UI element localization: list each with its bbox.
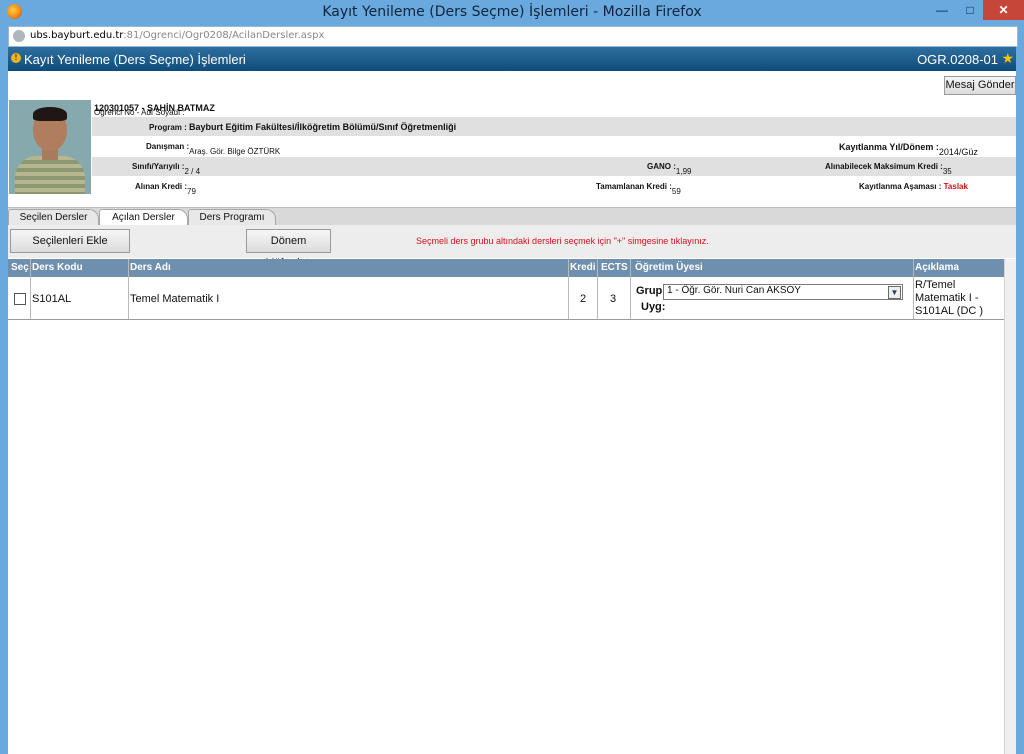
completed-credit-value: 59 [671, 187, 681, 196]
page-header: ! Kayıt Yenileme (Ders Seçme) İşlemleri … [8, 47, 1016, 71]
student-photo [9, 100, 91, 194]
instructor-select-value: 1 - Öğr. Gör. Nuri Can AKSOY [667, 285, 801, 296]
send-message-button[interactable]: Mesaj Gönder [944, 76, 1016, 95]
course-credit: 2 [580, 293, 587, 305]
term-curriculum-button[interactable]: Dönem Müfredatı [246, 229, 331, 269]
maximize-button[interactable]: □ [957, 0, 983, 20]
advisor-row: Danışman : Araş. Gör. Bilge ÖZTÜRK Kayıt… [146, 142, 978, 157]
group-label: Grup: [636, 285, 666, 297]
max-credit-value: 35 [942, 167, 952, 176]
program-row: Program : Bayburt Eğitim Fakültesi/İlköğ… [92, 117, 1016, 136]
course-name: Temel Matematik I [130, 293, 220, 305]
description-line-3: S101AL (DC ) [915, 305, 984, 317]
url-text[interactable]: ubs.bayburt.edu.tr:81/Ogrenci/Ogr0208/Ac… [30, 30, 324, 41]
col-ders-adi: Ders Adı [130, 262, 171, 273]
minimize-button[interactable]: — [927, 0, 957, 20]
class-value: 2 / 4 [184, 167, 201, 176]
col-ects: ECTS [601, 262, 628, 273]
advisor-value: Araş. Gör. Bilge ÖZTÜRK [189, 147, 281, 156]
page-code: OGR.0208-01 [917, 52, 998, 67]
address-bar[interactable]: ubs.bayburt.edu.tr:81/Ogrenci/Ogr0208/Ac… [8, 26, 1018, 47]
window-title: Kayıt Yenileme (Ders Seçme) İşlemleri - … [322, 4, 702, 20]
credit-row: Alınan Kredi : 79 Tamamlanan Kredi : 59 … [135, 182, 968, 196]
gano-value: 1,99 [675, 167, 692, 176]
scrollbar[interactable] [1004, 259, 1016, 754]
col-kredi: Kredi [570, 262, 596, 273]
class-row: Sınıfı/Yarıyılı : 2 / 4 GANO : 1,99 Alın… [92, 157, 1016, 176]
course-ects: 3 [610, 293, 617, 305]
practice-label: Uyg: [641, 301, 666, 313]
hint-text: Seçmeli ders grubu altındaki dersleri se… [416, 236, 709, 246]
course-code: S101AL [32, 293, 72, 305]
col-aciklama: Açıklama [915, 262, 959, 273]
table-header: Seç Ders Kodu Ders Adı Kredi ECTS Öğreti… [8, 259, 1004, 277]
close-button[interactable]: ✕ [983, 0, 1024, 20]
instructor-select[interactable]: 1 - Öğr. Gör. Nuri Can AKSOY ▼ [663, 284, 903, 300]
info-icon: ! [11, 53, 21, 63]
star-icon[interactable]: ★ [1001, 50, 1014, 67]
globe-icon [13, 30, 25, 42]
page-content: ! Kayıt Yenileme (Ders Seçme) İşlemleri … [8, 47, 1016, 754]
chevron-down-icon[interactable]: ▼ [888, 286, 901, 299]
page-title: Kayıt Yenileme (Ders Seçme) İşlemleri [24, 52, 246, 67]
student-no-row: Öğrenci No - Adı Soyadı :120301057 - ŞAH… [94, 103, 215, 117]
col-sec: Seç [11, 262, 29, 273]
row-select-checkbox[interactable] [14, 293, 26, 305]
description-line-1: R/Temel [915, 279, 956, 291]
program-value: Bayburt Eğitim Fakültesi/İlköğretim Bölü… [189, 122, 457, 132]
status-badge: Taslak [943, 182, 968, 191]
tab-ders-programi[interactable]: Ders Programı [188, 209, 276, 226]
description-line-2: Matematik I - [915, 292, 979, 304]
term-value: 2014/Güz [938, 147, 978, 157]
window-titlebar: Kayıt Yenileme (Ders Seçme) İşlemleri - … [0, 0, 1024, 24]
col-ogretim-uyesi: Öğretim Üyesi [635, 262, 703, 273]
taken-credit-value: 79 [187, 187, 196, 196]
col-ders-kodu: Ders Kodu [32, 262, 83, 273]
add-selected-button[interactable]: Seçilenleri Ekle [10, 229, 130, 253]
tab-secilen-dersler[interactable]: Seçilen Dersler [8, 209, 99, 226]
